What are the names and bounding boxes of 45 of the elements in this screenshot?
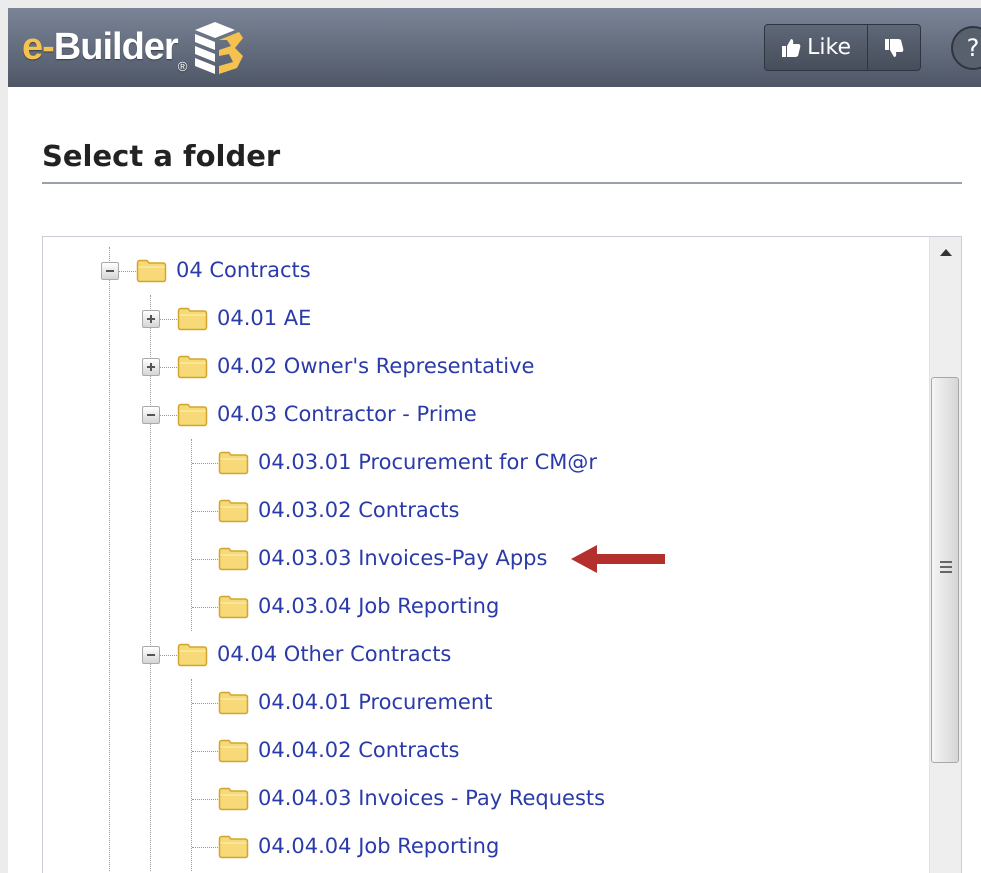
page-title: Select a folder (42, 87, 962, 184)
folder-link[interactable]: 04.02 Owner's Representative (217, 351, 534, 383)
grip-icon (940, 560, 952, 574)
help-button[interactable]: ? (951, 26, 981, 70)
folder-link[interactable]: 04.03.03 Invoices-Pay Apps (258, 543, 548, 575)
folder-icon (177, 354, 208, 379)
folder-icon (218, 594, 249, 619)
folder-link[interactable]: 04.04.02 Contracts (258, 735, 460, 767)
minus-icon (147, 414, 155, 416)
plus-icon (147, 314, 155, 323)
folder-icon (218, 690, 249, 715)
plus-icon (147, 362, 155, 371)
folder-link[interactable]: 04.04 Other Contracts (217, 639, 452, 671)
collapse-toggle[interactable] (142, 646, 160, 664)
expand-toggle[interactable] (142, 358, 160, 376)
collapse-toggle[interactable] (101, 262, 119, 280)
folder-icon (218, 498, 249, 523)
folder-icon (177, 642, 208, 667)
collapse-toggle[interactable] (142, 406, 160, 424)
scroll-up-icon[interactable] (939, 246, 953, 257)
scrollbar[interactable] (929, 236, 961, 873)
folder-link[interactable]: 04.03 Contractor - Prime (217, 399, 477, 431)
folder-icon (218, 546, 249, 571)
folder-icon (136, 258, 167, 283)
folder-link[interactable]: 04.04.03 Invoices - Pay Requests (258, 783, 606, 815)
folder-link[interactable]: 04.01 AE (217, 303, 312, 335)
thumbs-down-icon (884, 38, 904, 58)
thumbs-up-icon (781, 38, 802, 58)
folder-icon (177, 402, 208, 427)
folder-link[interactable]: 04.03.02 Contracts (258, 495, 460, 527)
folder-icon (218, 834, 249, 859)
folder-icon (218, 786, 249, 811)
minus-icon (147, 654, 155, 656)
folder-icon (218, 450, 249, 475)
expand-toggle[interactable] (142, 310, 160, 328)
folder-link[interactable]: 04.03.01 Procurement for CM@r (258, 447, 598, 479)
folder-link[interactable]: 04 Contracts (176, 255, 311, 287)
folder-link[interactable]: 04.04.04 Job Reporting (258, 831, 500, 863)
folder-link[interactable]: 04.04.01 Procurement (258, 687, 492, 719)
folder-icon (177, 306, 208, 331)
logo-text: e-Builder® (22, 25, 188, 76)
scrollbar-thumb[interactable] (931, 376, 959, 763)
folder-icon (218, 738, 249, 763)
minus-icon (106, 270, 114, 272)
folder-link[interactable]: 04.03.04 Job Reporting (258, 591, 500, 623)
